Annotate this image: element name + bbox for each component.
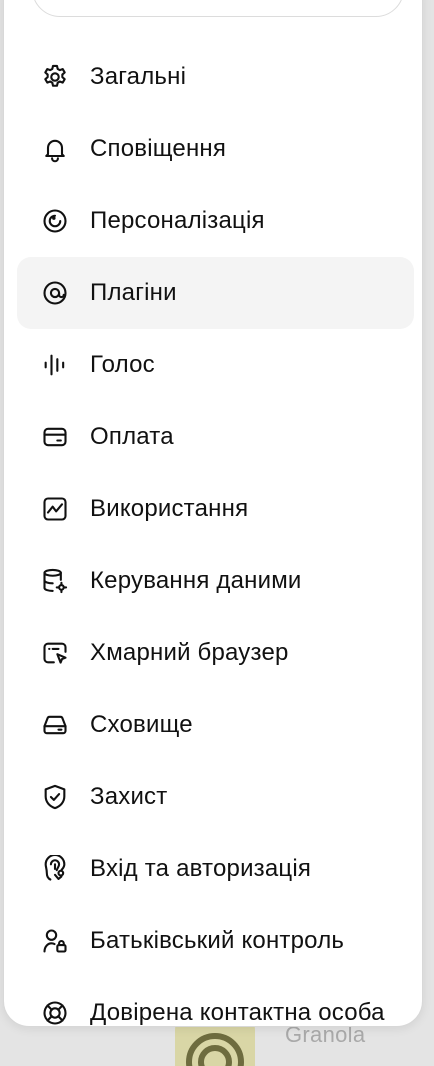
bell-icon bbox=[41, 135, 69, 163]
menu-item-trusted-contact[interactable]: Довірена контактна особа bbox=[17, 977, 414, 1026]
menu-item-label: Використання bbox=[90, 495, 249, 522]
menu-item-cloud-browser[interactable]: Хмарний браузер bbox=[17, 617, 414, 689]
menu-item-label: Оплата bbox=[90, 423, 174, 450]
gear-icon bbox=[41, 63, 69, 91]
menu-item-personalization[interactable]: Персоналізація bbox=[17, 185, 414, 257]
menu-item-label: Голос bbox=[90, 351, 155, 378]
plugins-icon bbox=[41, 279, 69, 307]
menu-item-voice[interactable]: Голос bbox=[17, 329, 414, 401]
menu-item-label: Вхід та авторизація bbox=[90, 855, 312, 882]
menu-item-notifications[interactable]: Сповіщення bbox=[17, 113, 414, 185]
menu-item-label: Плагіни bbox=[90, 279, 177, 306]
settings-menu: Загальні Сповіщення Персоналізація Плагі… bbox=[17, 41, 414, 1026]
personalization-icon bbox=[41, 207, 69, 235]
menu-item-label: Батьківський контроль bbox=[90, 927, 345, 954]
menu-item-label: Персоналізація bbox=[90, 207, 265, 234]
voice-waveform-icon bbox=[41, 351, 69, 379]
menu-item-label: Сповіщення bbox=[90, 135, 227, 162]
menu-item-label: Загальні bbox=[90, 63, 187, 90]
menu-item-label: Довірена контактна особа bbox=[90, 999, 385, 1026]
shield-check-icon bbox=[41, 783, 69, 811]
menu-item-label: Захист bbox=[90, 783, 168, 810]
menu-item-label: Керування даними bbox=[90, 567, 302, 594]
storage-drive-icon bbox=[41, 711, 69, 739]
menu-item-parental-control[interactable]: Батьківський контроль bbox=[17, 905, 414, 977]
menu-item-usage[interactable]: Використання bbox=[17, 473, 414, 545]
menu-item-label: Хмарний браузер bbox=[90, 639, 289, 666]
usage-chart-icon bbox=[41, 495, 69, 523]
menu-item-storage[interactable]: Сховище bbox=[17, 689, 414, 761]
database-gear-icon bbox=[41, 567, 69, 595]
search-field-edge[interactable] bbox=[32, 0, 404, 17]
menu-item-billing[interactable]: Оплата bbox=[17, 401, 414, 473]
menu-item-plugins[interactable]: Плагіни bbox=[17, 257, 414, 329]
parental-control-icon bbox=[41, 927, 69, 955]
settings-menu-panel: Загальні Сповіщення Персоналізація Плагі… bbox=[3, 0, 423, 1027]
menu-item-general[interactable]: Загальні bbox=[17, 41, 414, 113]
menu-item-login-auth[interactable]: Вхід та авторизація bbox=[17, 833, 414, 905]
cloud-browser-icon bbox=[41, 639, 69, 667]
credit-card-icon bbox=[41, 423, 69, 451]
passkey-icon bbox=[41, 855, 69, 883]
lifebuoy-icon bbox=[41, 999, 69, 1026]
menu-item-data-management[interactable]: Керування даними bbox=[17, 545, 414, 617]
menu-item-security[interactable]: Захист bbox=[17, 761, 414, 833]
menu-item-label: Сховище bbox=[90, 711, 193, 738]
